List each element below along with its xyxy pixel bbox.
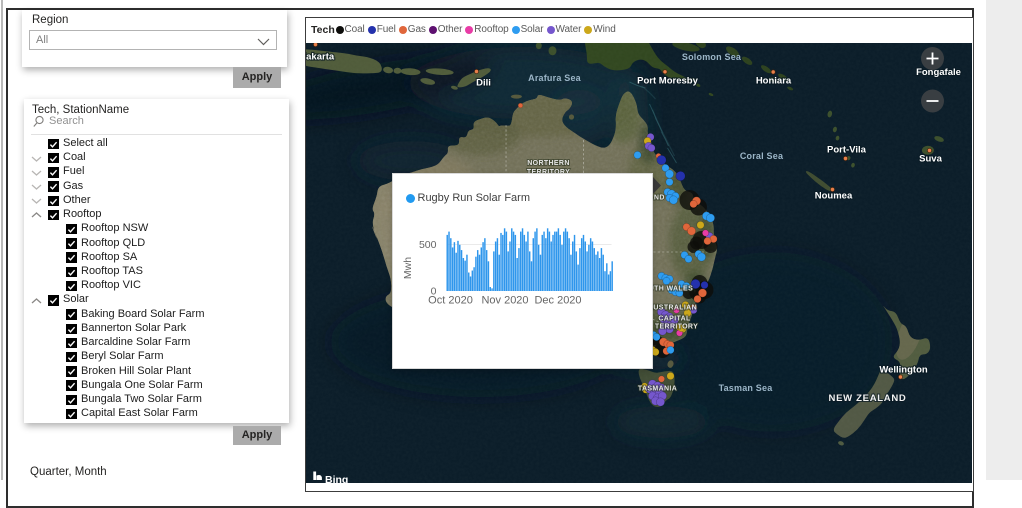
svg-text:TERRITORY: TERRITORY [655,323,698,330]
svg-text:Wellington: Wellington [879,364,928,375]
svg-text:AUSTRALIAN: AUSTRALIAN [648,304,697,311]
svg-text:Suva: Suva [919,153,942,164]
svg-text:NORTHERN: NORTHERN [527,160,569,167]
svg-text:Arafura Sea: Arafura Sea [528,73,582,83]
svg-text:Oct 2020: Oct 2020 [428,295,473,307]
svg-text:Port-Vila: Port-Vila [827,144,867,155]
svg-text:Honiara: Honiara [756,75,792,86]
svg-text:Noumea: Noumea [815,190,853,201]
svg-text:CAPITAL: CAPITAL [658,315,691,322]
svg-text:Port Moresby: Port Moresby [637,75,698,86]
svg-text:Dec 2020: Dec 2020 [534,295,581,307]
svg-text:Jakarta: Jakarta [306,51,335,62]
svg-text:500: 500 [418,239,436,251]
svg-text:Mwh: Mwh [402,257,414,279]
svg-text:TASMANIA: TASMANIA [638,385,677,392]
svg-text:Solomon Sea: Solomon Sea [682,52,742,62]
svg-text:Nov 2020: Nov 2020 [481,295,528,307]
svg-text:Coral Sea: Coral Sea [740,151,784,161]
svg-text:Bing: Bing [325,474,348,483]
svg-text:Tasman Sea: Tasman Sea [719,383,774,393]
svg-text:Dili: Dili [476,77,491,88]
svg-text:Fongafale: Fongafale [916,67,961,78]
svg-text:NEW ZEALAND: NEW ZEALAND [829,393,907,404]
